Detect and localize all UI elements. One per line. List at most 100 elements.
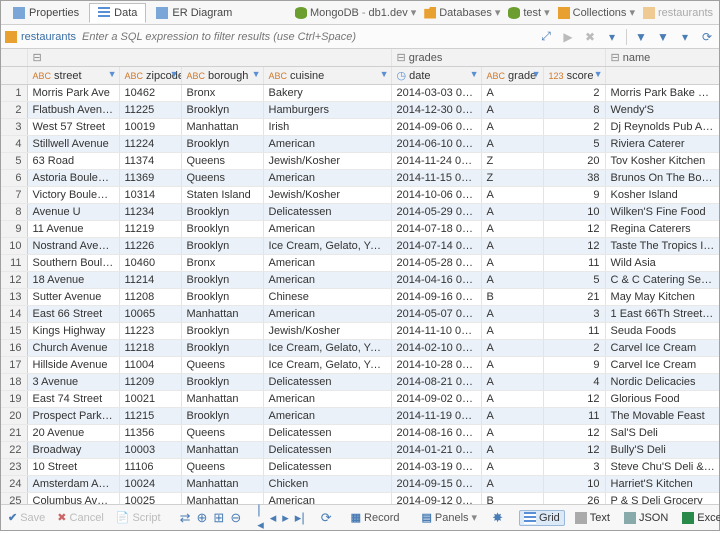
active-table-tag[interactable]: restaurants — [5, 31, 76, 43]
row-number[interactable]: 4 — [1, 136, 27, 153]
cell-zipcode[interactable]: 11226 — [119, 238, 181, 255]
cell-date[interactable]: 2014-11-19 03:00:00 — [391, 408, 481, 425]
expand-icon[interactable]: ⤢ — [538, 29, 554, 45]
cell-date[interactable]: 2014-05-07 04:00:00 — [391, 306, 481, 323]
cell-grade[interactable]: B — [481, 289, 543, 306]
cell-name[interactable]: P & S Deli Grocery — [605, 493, 719, 505]
cell-zipcode[interactable]: 10019 — [119, 119, 181, 136]
cell-name[interactable]: Seuda Foods — [605, 323, 719, 340]
table-row[interactable]: 1218 Avenue11214BrooklynAmerican2014-04-… — [1, 272, 719, 289]
cell-grade[interactable]: A — [481, 357, 543, 374]
cell-street[interactable]: Columbus Avenue — [27, 493, 119, 505]
view-text-button[interactable]: Text — [571, 511, 614, 525]
row-number[interactable]: 25 — [1, 493, 27, 505]
cell-cuisine[interactable]: Delicatessen — [263, 442, 391, 459]
row-number[interactable]: 9 — [1, 221, 27, 238]
cell-score[interactable]: 4 — [543, 374, 605, 391]
cell-zipcode[interactable]: 10021 — [119, 391, 181, 408]
cell-grade[interactable]: A — [481, 408, 543, 425]
cell-score[interactable]: 20 — [543, 153, 605, 170]
funnel-icon[interactable]: ▼ — [170, 69, 179, 79]
cell-borough[interactable]: Queens — [181, 357, 263, 374]
cell-score[interactable]: 5 — [543, 136, 605, 153]
cell-cuisine[interactable]: American — [263, 272, 391, 289]
cell-borough[interactable]: Manhattan — [181, 476, 263, 493]
table-row[interactable]: 2120 Avenue11356QueensDelicatessen2014-0… — [1, 425, 719, 442]
cell-date[interactable]: 2014-02-10 04:00:00 — [391, 340, 481, 357]
cell-date[interactable]: 2014-10-06 04:00:00 — [391, 187, 481, 204]
cell-name[interactable]: Bully'S Deli — [605, 442, 719, 459]
cell-date[interactable]: 2014-10-28 03:00:00 — [391, 357, 481, 374]
table-row[interactable]: 183 Avenue11209BrooklynDelicatessen2014-… — [1, 374, 719, 391]
cell-grade[interactable]: A — [481, 136, 543, 153]
cell-borough[interactable]: Bronx — [181, 85, 263, 102]
cell-cuisine[interactable]: American — [263, 221, 391, 238]
row-number[interactable]: 6 — [1, 170, 27, 187]
refresh-icon[interactable]: ⟳ — [699, 29, 715, 45]
cell-borough[interactable]: Brooklyn — [181, 408, 263, 425]
cell-zipcode[interactable]: 11106 — [119, 459, 181, 476]
script-button[interactable]: 📄Script — [113, 509, 164, 526]
cell-zipcode[interactable]: 11369 — [119, 170, 181, 187]
cell-score[interactable]: 11 — [543, 323, 605, 340]
cell-name[interactable]: Morris Park Bake Shop — [605, 85, 719, 102]
cell-name[interactable]: Carvel Ice Cream — [605, 340, 719, 357]
cell-zipcode[interactable]: 10065 — [119, 306, 181, 323]
table-row[interactable]: 22Broadway10003ManhattanDelicatessen2014… — [1, 442, 719, 459]
cell-cuisine[interactable]: American — [263, 306, 391, 323]
cell-borough[interactable]: Manhattan — [181, 493, 263, 505]
cell-name[interactable]: Regina Caterers — [605, 221, 719, 238]
cell-street[interactable]: 11 Avenue — [27, 221, 119, 238]
row-number[interactable]: 23 — [1, 459, 27, 476]
cell-cuisine[interactable]: Delicatessen — [263, 425, 391, 442]
cell-grade[interactable]: A — [481, 187, 543, 204]
cell-cuisine[interactable]: Jewish/Kosher — [263, 187, 391, 204]
cell-zipcode[interactable]: 10003 — [119, 442, 181, 459]
cell-zipcode[interactable]: 11215 — [119, 408, 181, 425]
cell-cuisine[interactable]: American — [263, 255, 391, 272]
table-row[interactable]: 20Prospect Park West11215BrooklynAmerica… — [1, 408, 719, 425]
cell-date[interactable]: 2014-03-03 04:00:00 — [391, 85, 481, 102]
cell-name[interactable]: Tov Kosher Kitchen — [605, 153, 719, 170]
cell-grade[interactable]: A — [481, 391, 543, 408]
cell-name[interactable]: Wendy'S — [605, 102, 719, 119]
cell-street[interactable]: East 74 Street — [27, 391, 119, 408]
cell-grade[interactable]: A — [481, 255, 543, 272]
cell-name[interactable]: Glorious Food — [605, 391, 719, 408]
cell-grade[interactable]: A — [481, 459, 543, 476]
table-row[interactable]: 563 Road11374QueensJewish/Kosher2014-11-… — [1, 153, 719, 170]
table-row[interactable]: 19East 74 Street10021ManhattanAmerican20… — [1, 391, 719, 408]
add-row-icon[interactable]: ⊕ — [197, 510, 208, 526]
row-number[interactable]: 24 — [1, 476, 27, 493]
table-row[interactable]: 8Avenue U11234BrooklynDelicatessen2014-0… — [1, 204, 719, 221]
cell-borough[interactable]: Brooklyn — [181, 204, 263, 221]
cell-grade[interactable]: A — [481, 442, 543, 459]
cell-borough[interactable]: Brooklyn — [181, 238, 263, 255]
table-row[interactable]: 16Church Avenue11218BrooklynIce Cream, G… — [1, 340, 719, 357]
table-row[interactable]: 2310 Street11106QueensDelicatessen2014-0… — [1, 459, 719, 476]
cell-name[interactable]: Wild Asia — [605, 255, 719, 272]
col-score[interactable]: 123score▼ — [543, 67, 605, 85]
table-row[interactable]: 2Flatbush Avenue11225BrooklynHamburgers2… — [1, 102, 719, 119]
cell-street[interactable]: 20 Avenue — [27, 425, 119, 442]
cell-zipcode[interactable]: 11234 — [119, 204, 181, 221]
cell-date[interactable]: 2014-11-10 03:00:00 — [391, 323, 481, 340]
sort-icon[interactable]: ▼ — [655, 29, 671, 45]
cell-date[interactable]: 2014-03-19 04:00:00 — [391, 459, 481, 476]
cell-score[interactable]: 12 — [543, 221, 605, 238]
cell-date[interactable]: 2014-09-15 04:00:00 — [391, 476, 481, 493]
cell-name[interactable]: Brunos On The Boulevar — [605, 170, 719, 187]
cell-score[interactable]: 3 — [543, 459, 605, 476]
cell-borough[interactable]: Brooklyn — [181, 272, 263, 289]
cell-date[interactable]: 2014-09-16 04:00:00 — [391, 289, 481, 306]
cell-street[interactable]: Victory Boulevard — [27, 187, 119, 204]
cell-borough[interactable]: Brooklyn — [181, 102, 263, 119]
table-row[interactable]: 7Victory Boulevard10314Staten IslandJewi… — [1, 187, 719, 204]
cell-date[interactable]: 2014-09-02 04:00:00 — [391, 391, 481, 408]
crumb-collections[interactable]: Collections▾ — [556, 6, 637, 19]
cell-borough[interactable]: Brooklyn — [181, 136, 263, 153]
cell-cuisine[interactable]: American — [263, 136, 391, 153]
cell-cuisine[interactable]: Jewish/Kosher — [263, 323, 391, 340]
cell-cuisine[interactable]: Chinese — [263, 289, 391, 306]
cell-grade[interactable]: A — [481, 476, 543, 493]
